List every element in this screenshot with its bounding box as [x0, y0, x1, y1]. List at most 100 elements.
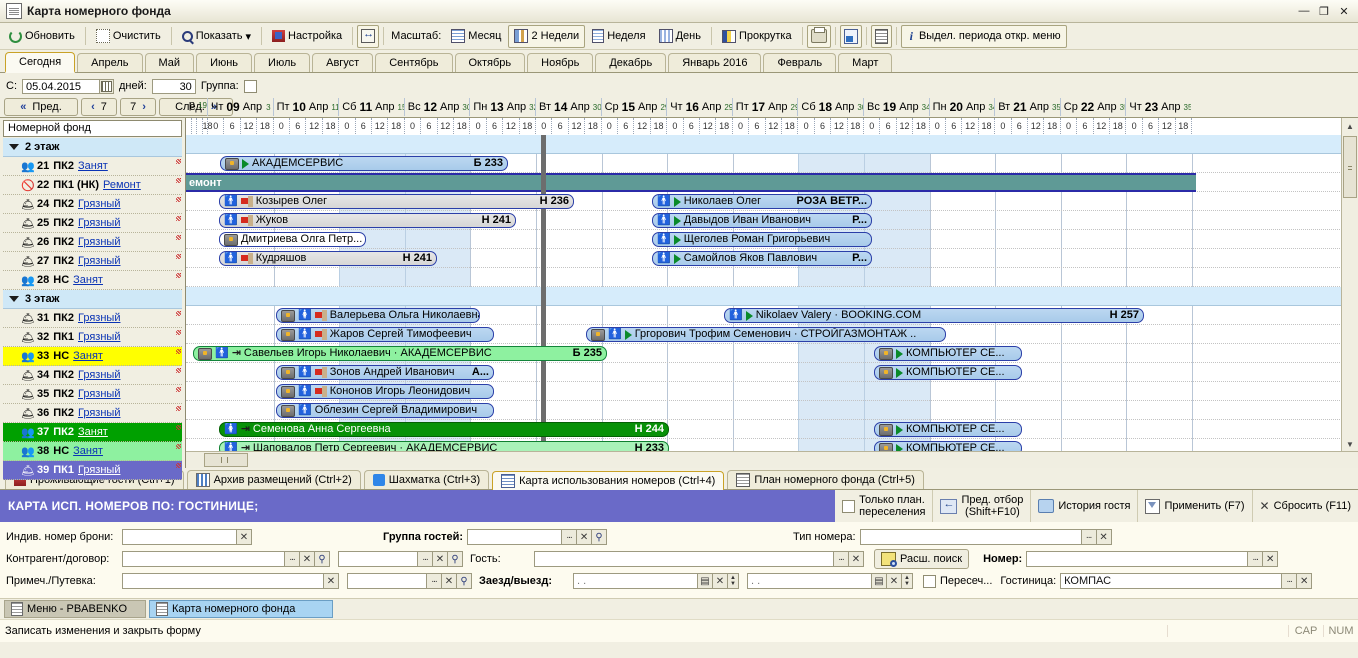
room-row-37[interactable]: 👥 37 ПК2 Занят — [3, 423, 182, 442]
room-row-36[interactable]: 🛎 36 ПК2 Грязный — [3, 404, 182, 423]
room-status[interactable]: Занят — [73, 274, 103, 286]
chevron-down-icon[interactable] — [9, 296, 19, 302]
room-row-39[interactable]: 🛎 39 ПК1 Грязный — [3, 461, 182, 480]
booking-bar[interactable]: 🚹 Давыдов Иван Иванович Р... — [652, 213, 872, 228]
timeline-floor-row[interactable] — [186, 135, 1358, 154]
room-row-28[interactable]: 👥 28 НС Занят — [3, 271, 182, 290]
month-tab-10[interactable]: Январь 2016 — [668, 53, 762, 72]
guest-group-select-icon[interactable]: ... — [562, 529, 578, 545]
contract-search-icon[interactable]: ⚲ — [448, 551, 463, 567]
booking-bar[interactable]: 🚹 Облезин Сергей Владимирович — [276, 403, 494, 418]
clear-guest-icon[interactable]: ✕ — [849, 551, 864, 567]
booking-bar[interactable]: КОМПЬЮТЕР СЕ... — [874, 365, 1022, 380]
room-type-group[interactable]: ... ✕ — [859, 529, 1112, 545]
export-button[interactable] — [839, 24, 862, 48]
floor-group-row[interactable]: 2 этаж — [3, 138, 182, 157]
hotel-group[interactable]: КОМПАС ... ✕ — [1060, 573, 1313, 589]
room-status[interactable]: Занят — [78, 160, 108, 172]
checkout-spinner[interactable]: ▲ ▼ — [902, 573, 913, 589]
refresh-button[interactable]: Обновить — [3, 25, 81, 48]
month-tab-8[interactable]: Ноябрь — [527, 53, 594, 72]
booking-number-input[interactable] — [122, 529, 237, 545]
bottom-tab-3[interactable]: Карта использования номеров (Ctrl+4) — [492, 471, 725, 490]
room-row-21[interactable]: 👥 21 ПК2 Занят — [3, 157, 182, 176]
contractor-group[interactable]: ... ✕ ⚲ — [122, 551, 330, 567]
booking-bar[interactable]: 🚹 Самойлов Яков Павлович Р... — [652, 251, 872, 266]
print-button[interactable] — [806, 24, 831, 48]
day-header-cell[interactable]: Чт 09 Апр 3 — [207, 98, 273, 116]
timeline-pane[interactable]: 18 0 6 12 18 0 6 12 18 0 6 12 18 0 6 12 18 0 6 12 18 0 6 12 18 0 6… — [186, 118, 1358, 468]
contractor-select-icon[interactable]: ... — [285, 551, 300, 567]
chevron-down-icon[interactable] — [9, 144, 19, 150]
scroll-down-button[interactable]: ▼ — [1342, 436, 1358, 452]
minimize-button[interactable]: — — [1295, 3, 1313, 19]
checkin-spinner[interactable]: ▲ ▼ — [728, 573, 739, 589]
room-number-select-icon[interactable]: ... — [1248, 551, 1264, 567]
room-row-24[interactable]: 🛎 24 ПК2 Грязный — [3, 195, 182, 214]
timeline-body[interactable]: емонт АКАДЕМСЕРВИС Б 233 🚹 Козырев Олег Н 236… — [186, 135, 1358, 452]
booking-number-group[interactable]: ✕ — [122, 529, 252, 545]
day-header-cell[interactable]: Сб18Апр30 — [797, 98, 863, 116]
room-row-25[interactable]: 🛎 25 ПК2 Грязный — [3, 214, 182, 233]
day-header-cell[interactable]: Пн20Апр34 — [928, 98, 994, 116]
day-header-cell[interactable]: Чт23Апр35 — [1125, 98, 1191, 116]
scale-two-weeks-button[interactable]: 2 Недели — [508, 24, 586, 48]
day-header-cell[interactable]: Чт16Апр29 — [666, 98, 732, 116]
maximize-button[interactable]: ❐ — [1315, 3, 1333, 19]
voucher-search-icon[interactable]: ⚲ — [457, 573, 472, 589]
note-input[interactable] — [122, 573, 324, 589]
only-plan-checkbox-group[interactable]: Только план. переселения — [835, 490, 932, 522]
booking-bar[interactable]: 🚹 Жуков Н 241 — [219, 213, 516, 228]
room-row-32[interactable]: 🛎 32 ПК1 Грязный — [3, 328, 182, 347]
intersect-checkbox[interactable] — [923, 574, 936, 588]
checkin-calendar-icon[interactable]: ▤ — [698, 573, 713, 589]
scroll-button[interactable]: Прокрутка — [716, 25, 798, 48]
clear-button[interactable]: Очистить — [90, 25, 167, 48]
month-tab-12[interactable]: Март — [838, 53, 893, 72]
month-tab-5[interactable]: Август — [312, 53, 374, 72]
scale-week-button[interactable]: Неделя — [586, 25, 651, 48]
clear-note-icon[interactable]: ✕ — [324, 573, 339, 589]
calendar-icon[interactable] — [100, 78, 114, 94]
horizontal-scrollbar[interactable] — [186, 451, 1358, 468]
booking-bar[interactable]: 🚺 ⇥ Семенова Анна Сергеевна Н 244 — [219, 422, 669, 437]
month-tab-7[interactable]: Октябрь — [454, 53, 526, 72]
extended-search-button[interactable]: Расш. поиск — [874, 549, 970, 569]
booking-bar[interactable]: 🚺 Валерьева Ольга Николаевна — [276, 308, 480, 323]
day-header-cell[interactable]: Вт14Апр30 — [535, 98, 601, 116]
voucher-input[interactable] — [347, 573, 427, 589]
guest-group-search-icon[interactable]: ⚲ — [592, 529, 608, 545]
period-info-button[interactable]: i Выдел. периода откр. меню — [900, 24, 1067, 48]
bottom-tab-1[interactable]: Архив размещений (Ctrl+2) — [186, 470, 361, 489]
voucher-group[interactable]: ... ✕ ⚲ — [347, 573, 472, 589]
room-status[interactable]: Грязный — [78, 331, 120, 343]
room-row-31[interactable]: 🛎 31 ПК2 Грязный — [3, 309, 182, 328]
clear-booking-number-icon[interactable]: ✕ — [237, 529, 252, 545]
close-button[interactable]: ✕ — [1335, 3, 1353, 19]
booking-bar[interactable]: 🚹 Гргорович Трофим Семенович · СТРОЙГАЗМО… — [586, 327, 946, 342]
contract-input[interactable] — [338, 551, 418, 567]
checkin-group[interactable]: . . ▤ ✕ ▲ ▼ — [573, 573, 739, 589]
apply-filter-button[interactable]: Применить (F7) — [1137, 490, 1251, 522]
clear-hotel-icon[interactable]: ✕ — [1297, 573, 1313, 589]
clear-checkin-icon[interactable]: ✕ — [713, 573, 728, 589]
scale-month-button[interactable]: Месяц — [445, 25, 507, 48]
voucher-select-icon[interactable]: ... — [427, 573, 442, 589]
next-days-button[interactable]: 7 › — [120, 98, 156, 116]
horizontal-scroll-thumb[interactable] — [204, 453, 248, 467]
room-type-select-icon[interactable]: ... — [1081, 529, 1097, 545]
booking-bar[interactable]: 🚹 Кононов Игорь Леонидович — [276, 384, 494, 399]
guest-input[interactable] — [534, 551, 834, 567]
day-header-cell[interactable]: Вс19Апр34 — [863, 98, 929, 116]
day-header-cell[interactable]: Вс12Апр30 — [403, 98, 469, 116]
booking-bar[interactable]: 🚹 ⇥ Савельев Игорь Николаевич · АКАДЕМСЕРВ… — [193, 346, 607, 361]
room-status[interactable]: Грязный — [78, 236, 120, 248]
vertical-scroll-thumb[interactable] — [1343, 136, 1357, 198]
clear-room-number-icon[interactable]: ✕ — [1263, 551, 1279, 567]
room-status[interactable]: Грязный — [78, 312, 120, 324]
day-header-cell[interactable]: Пт17Апр29 — [731, 98, 797, 116]
clear-guest-group-icon[interactable]: ✕ — [577, 529, 593, 545]
booking-bar[interactable]: Дмитриева Олга Петр... — [219, 232, 366, 247]
contract-group[interactable]: ... ✕ ⚲ — [338, 551, 463, 567]
date-field-group[interactable]: 05.04.2015 — [22, 78, 114, 94]
